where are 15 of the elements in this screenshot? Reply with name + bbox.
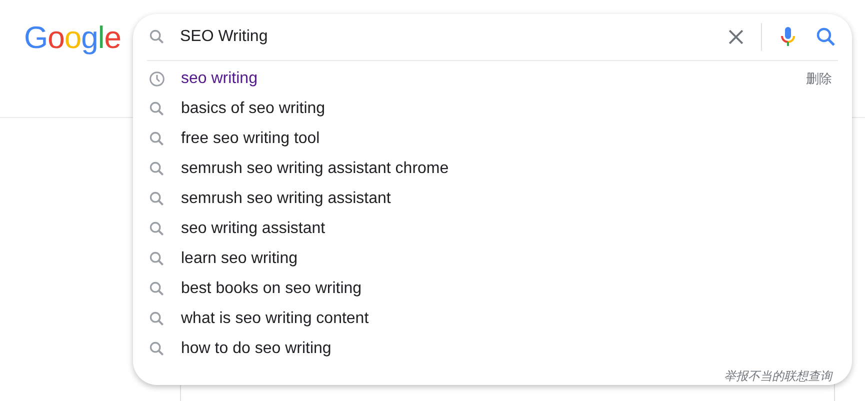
suggestion-item[interactable]: seo writing assistant xyxy=(181,220,832,238)
search-field[interactable]: SEO Writing xyxy=(180,28,725,46)
suggestion-item[interactable]: semrush seo writing assistant chrome xyxy=(181,160,832,178)
logo[interactable]: Google xyxy=(24,19,122,57)
remove-link[interactable]: 删除 xyxy=(806,70,832,88)
suggestion-item[interactable]: best books on seo writing xyxy=(181,280,832,298)
suggestion-item[interactable]: what is seo writing content xyxy=(181,310,832,328)
suggestion-item[interactable]: how to do seo writing xyxy=(181,340,832,358)
suggestion-item[interactable]: learn seo writing xyxy=(181,250,832,268)
suggestion-item[interactable]: semrush seo writing assistant xyxy=(181,190,832,208)
suggestion-item[interactable]: free seo writing tool xyxy=(181,130,832,148)
report-link[interactable]: 举报不当的联想查询 xyxy=(724,368,832,385)
suggestion-item[interactable]: seo writing xyxy=(181,70,806,88)
clock-icon xyxy=(147,69,167,89)
suggestion-item[interactable]: basics of seo writing xyxy=(181,100,832,118)
